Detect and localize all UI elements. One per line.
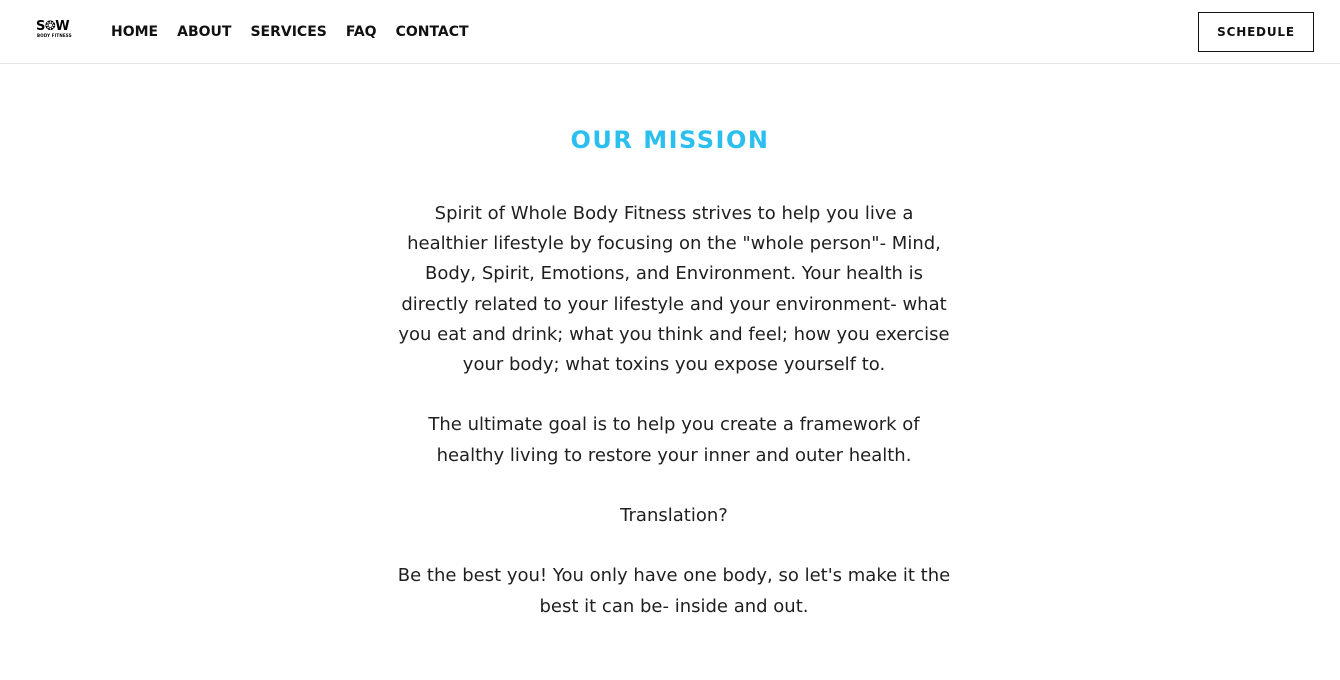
site-logo[interactable]: S❂W BODY FITNESS <box>36 20 74 44</box>
nav-services[interactable]: SERVICES <box>250 22 326 42</box>
nav-faq[interactable]: FAQ <box>346 22 377 42</box>
nav-contact[interactable]: CONTACT <box>396 22 469 42</box>
logo-subtitle: BODY FITNESS <box>37 33 72 38</box>
mission-paragraph: Translation? <box>620 505 728 526</box>
mission-paragraph: Spirit of Whole Body Fitness strives to … <box>398 203 950 376</box>
logo-wordmark: S❂W <box>36 19 70 34</box>
mission-body: Spirit of Whole Body Fitness strives to … <box>396 199 952 652</box>
mission-paragraph: Be the best you! You only have one body,… <box>397 565 951 617</box>
main-nav: HOME ABOUT SERVICES FAQ CONTACT <box>111 22 488 42</box>
mission-title: OUR MISSION <box>570 126 770 154</box>
nav-home[interactable]: HOME <box>111 22 158 42</box>
schedule-button[interactable]: SCHEDULE <box>1198 12 1314 52</box>
mission-paragraph: The ultimate goal is to help you create … <box>428 414 920 466</box>
nav-about[interactable]: ABOUT <box>177 22 231 42</box>
site-header: S❂W BODY FITNESS HOME ABOUT SERVICES FAQ… <box>0 0 1340 64</box>
